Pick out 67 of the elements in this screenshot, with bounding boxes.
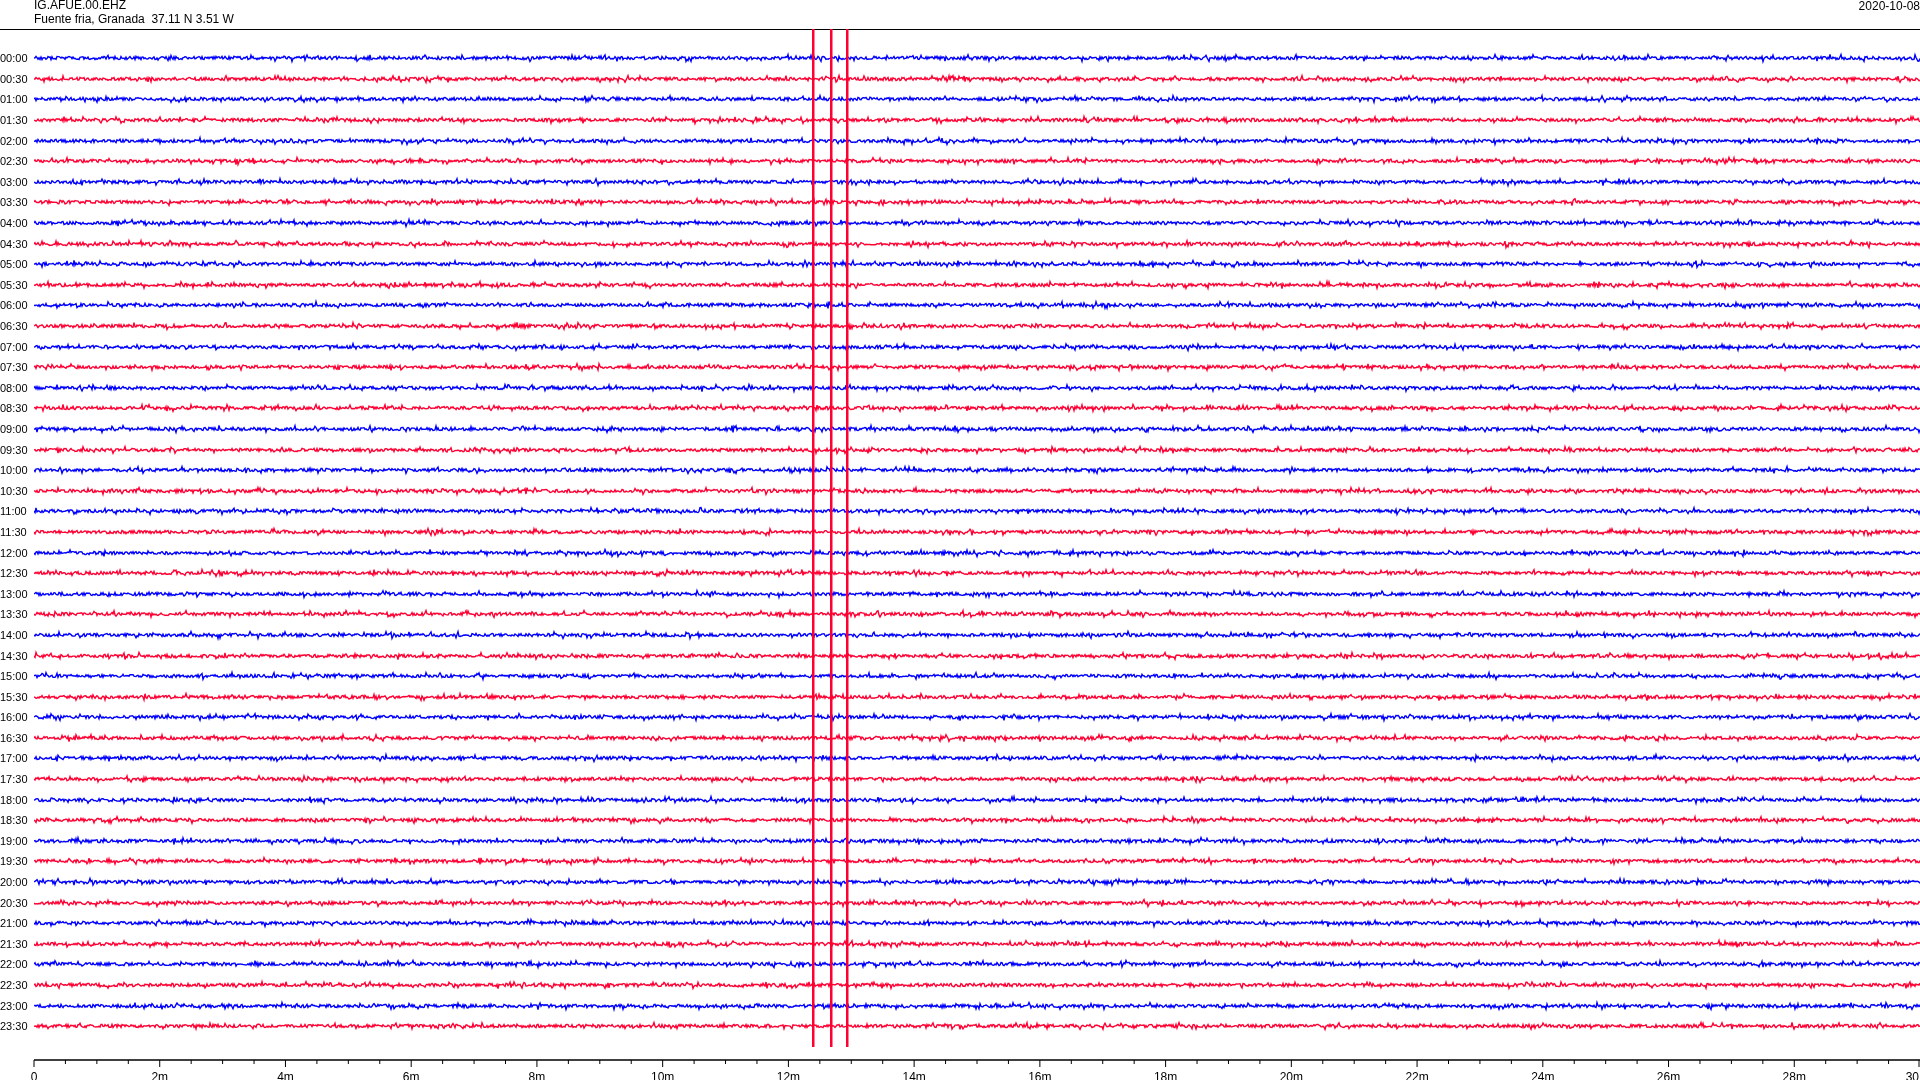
time-label: 05:30 (0, 278, 29, 291)
time-label: 19:30 (0, 855, 29, 868)
time-label: 13:00 (0, 587, 29, 600)
time-label: 12:00 (0, 546, 29, 559)
time-label: 00:30 (0, 72, 29, 85)
time-label: 06:30 (0, 320, 29, 332)
axis-tick-label: 16m (1028, 1069, 1052, 1080)
axis-tick-label: 10m (651, 1069, 675, 1080)
axis-tick-label: 24m (1531, 1069, 1555, 1080)
axis-tick-label: 22m (1405, 1069, 1429, 1080)
time-label: 13:30 (0, 608, 29, 621)
axis-tick-label: 20m (1279, 1069, 1303, 1080)
time-label: 06:00 (0, 299, 29, 312)
time-label: 04:00 (0, 217, 29, 230)
time-label: 16:00 (0, 711, 29, 724)
axis-tick-label: 4m (277, 1069, 294, 1080)
time-label: 18:00 (0, 793, 29, 806)
time-label: 12:30 (0, 567, 29, 580)
time-label: 07:00 (0, 340, 29, 353)
time-label: 17:00 (0, 752, 29, 765)
time-label: 22:00 (0, 958, 29, 971)
time-label: 22:30 (0, 979, 29, 991)
time-label: 21:00 (0, 917, 29, 930)
axis-tick-label: 30 (1905, 1069, 1919, 1080)
time-label: 05:00 (0, 258, 29, 271)
time-label: 18:30 (0, 814, 29, 827)
axis-tick-label: 8m (528, 1069, 546, 1080)
time-label: 21:30 (0, 937, 29, 950)
time-label: 10:00 (0, 464, 29, 477)
station-location: Fuente fria, Granada 37.11 N 3.51 W (34, 12, 234, 26)
time-label: 03:30 (0, 196, 29, 209)
time-label: 15:30 (0, 690, 29, 703)
time-label: 19:00 (0, 834, 29, 847)
time-label: 09:00 (0, 423, 29, 435)
time-label: 02:30 (0, 155, 29, 168)
time-label: 20:30 (0, 896, 29, 909)
axis-tick-label: 28m (1782, 1069, 1806, 1080)
time-label: 07:30 (0, 361, 29, 374)
axis-tick-label: 26m (1656, 1069, 1681, 1080)
axis-tick-label: 0 (30, 1069, 38, 1080)
time-label: 02:00 (0, 134, 29, 147)
time-label: 20:00 (0, 876, 29, 889)
station-code: IG.AFUE.00.EHZ (34, 0, 128, 12)
time-label: 09:30 (0, 443, 29, 456)
axis-tick-label: 6m (402, 1069, 420, 1080)
time-label: 11:30 (0, 525, 28, 538)
axis-tick-label: 12m (776, 1069, 801, 1080)
time-label: 03:00 (0, 175, 29, 188)
time-label: 10:30 (0, 484, 29, 497)
date-label: 2020-10-08 (1858, 0, 1920, 15)
time-label: 01:30 (0, 114, 29, 127)
time-label: 00:00 (0, 52, 29, 65)
time-label: 23:30 (0, 1020, 29, 1033)
time-label: 14:00 (0, 628, 29, 641)
time-label: 01:00 (0, 93, 29, 106)
time-label: 17:30 (0, 773, 29, 786)
time-label: 15:00 (0, 670, 29, 683)
axis-tick-label: 18m (1153, 1069, 1178, 1080)
time-label: 04:30 (0, 237, 29, 250)
time-label: 14:30 (0, 649, 29, 662)
time-label: 08:30 (0, 402, 29, 415)
axis-tick-label: 14m (902, 1069, 926, 1080)
time-label: 23:00 (0, 999, 29, 1012)
axis-tick-label: 2m (151, 1069, 169, 1080)
time-label: 11:00 (0, 505, 28, 518)
time-label: 08:00 (0, 381, 29, 394)
time-label: 16:30 (0, 731, 29, 744)
